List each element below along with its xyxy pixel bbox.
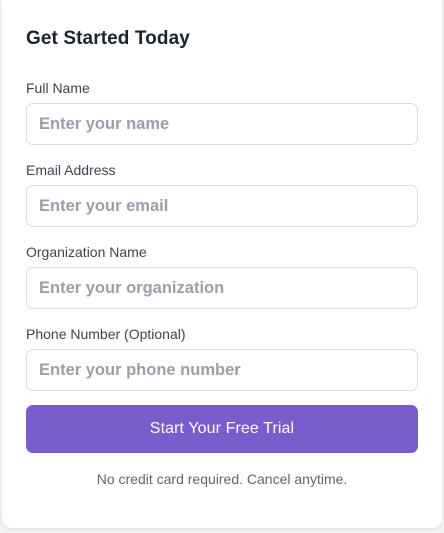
signup-card: Get Started Today Full Name Email Addres… bbox=[2, 0, 442, 528]
phone-label: Phone Number (Optional) bbox=[26, 326, 186, 342]
no-credit-card-note: No credit card required. Cancel anytime. bbox=[96, 471, 348, 487]
phone-field: Phone Number (Optional) bbox=[26, 325, 418, 391]
full-name-label: Full Name bbox=[26, 80, 90, 96]
email-field: Email Address bbox=[26, 161, 418, 227]
email-label: Email Address bbox=[26, 162, 116, 178]
organization-input[interactable] bbox=[26, 267, 418, 309]
full-name-field: Full Name bbox=[26, 79, 418, 145]
start-free-trial-button[interactable]: Start Your Free Trial bbox=[26, 405, 418, 453]
form-title: Get Started Today bbox=[26, 28, 190, 49]
phone-input[interactable] bbox=[26, 349, 418, 391]
organization-label: Organization Name bbox=[26, 244, 147, 260]
full-name-input[interactable] bbox=[26, 103, 418, 145]
organization-field: Organization Name bbox=[26, 243, 418, 309]
email-input[interactable] bbox=[26, 185, 418, 227]
